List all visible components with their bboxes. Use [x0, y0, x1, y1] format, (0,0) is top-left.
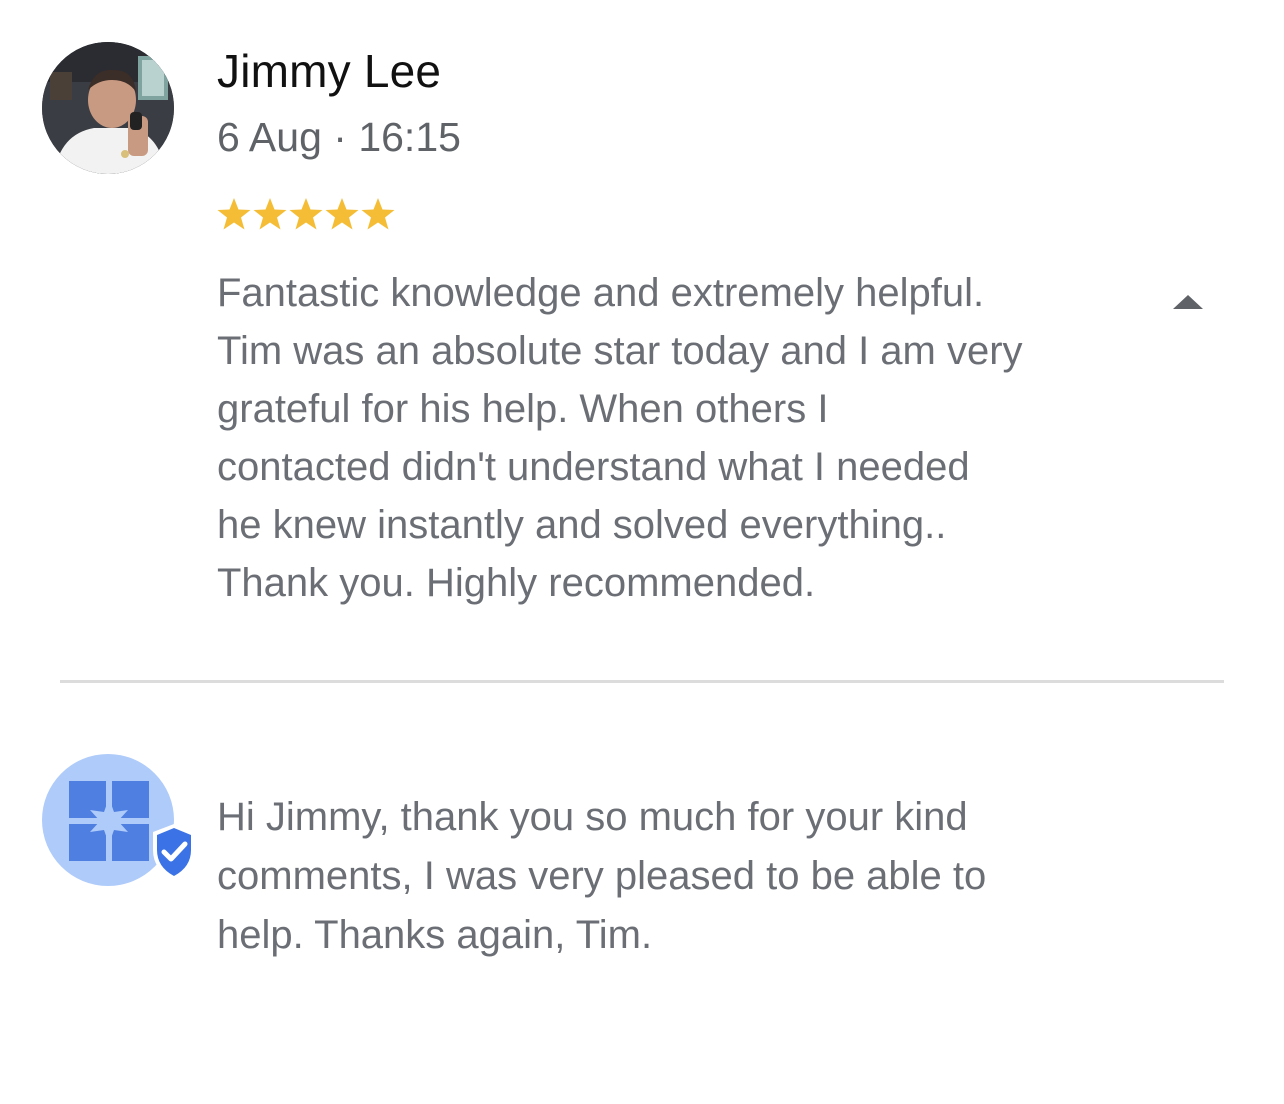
star-icon: [253, 198, 287, 230]
collapse-review-button[interactable]: [1160, 282, 1216, 322]
review-text: Fantastic knowledge and extremely helpfu…: [217, 271, 1023, 605]
reviewer-photo: [42, 42, 174, 174]
owner-response-text: Hi Jimmy, thank you so much for your kin…: [217, 795, 987, 957]
star-icon: [289, 198, 323, 230]
owner-avatar: [42, 754, 198, 890]
business-verified-icon: [42, 754, 195, 886]
reviewer-avatar[interactable]: [42, 42, 174, 174]
star-icon: [217, 198, 251, 230]
star-icon: [325, 198, 359, 230]
divider: [60, 680, 1224, 683]
star-icon: [361, 198, 395, 230]
star-rating: [216, 192, 396, 238]
review-date-time: 6 Aug · 16:15: [217, 114, 461, 160]
reviewer-name[interactable]: Jimmy Lee: [217, 44, 441, 98]
chevron-up-icon: [1173, 295, 1203, 309]
